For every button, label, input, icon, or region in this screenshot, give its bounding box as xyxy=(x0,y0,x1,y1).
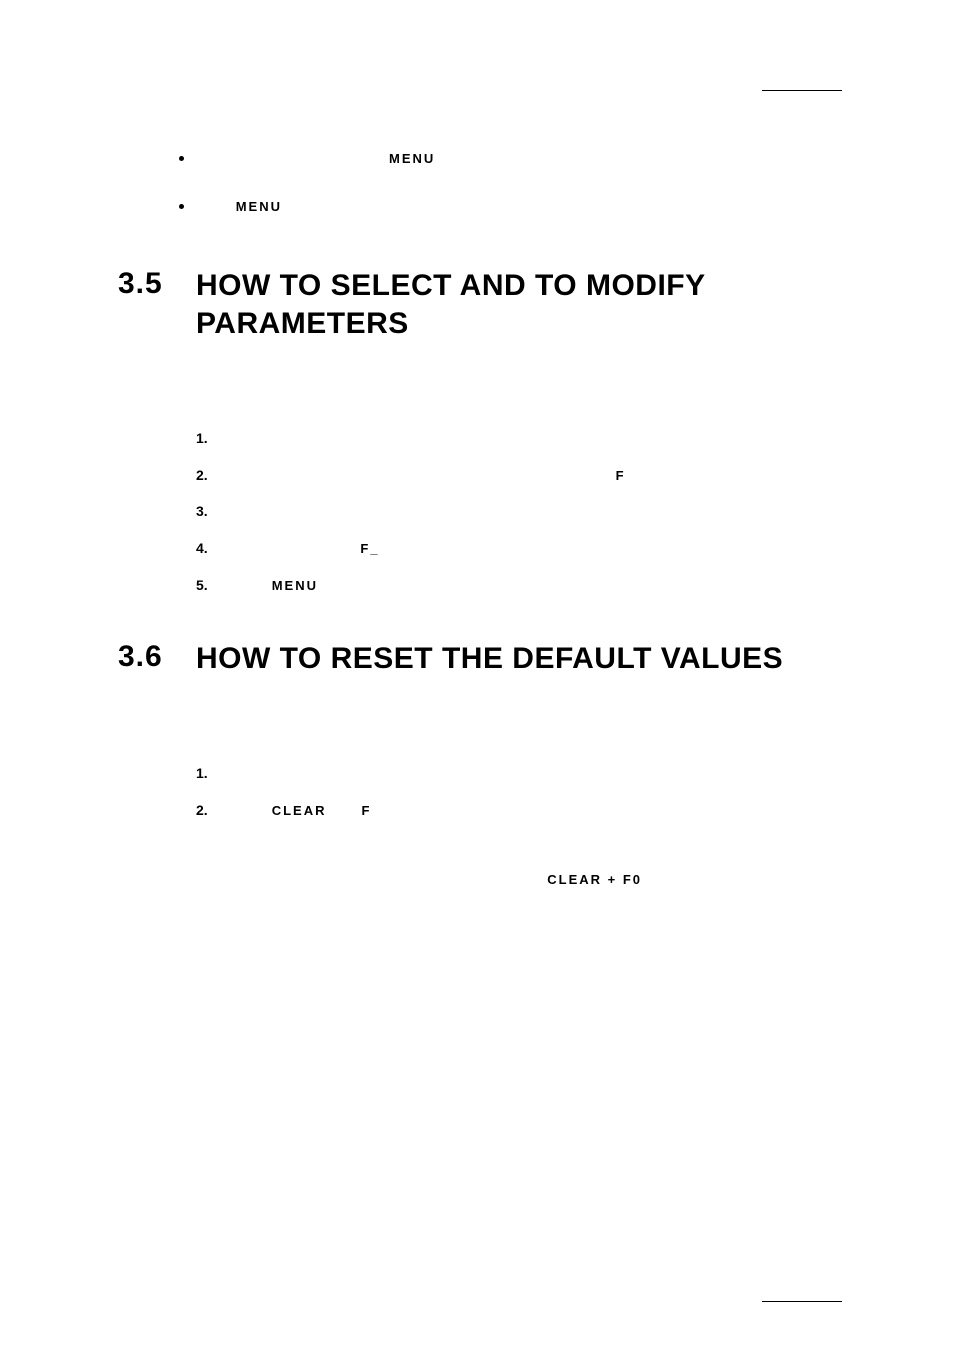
text: then xyxy=(326,802,361,818)
text: Press xyxy=(232,577,272,593)
footer-rule xyxy=(762,1301,842,1302)
text: to reset the parameter. xyxy=(371,802,516,818)
menu-key-label: MENU xyxy=(272,578,318,593)
reset-all-note: To reset ALL the parameters of the selec… xyxy=(196,866,842,893)
text: to store the value. xyxy=(380,540,495,556)
text: Scroll the list of parameters using the … xyxy=(232,467,616,483)
document-page: To go back one level press the MENU key.… xyxy=(0,0,954,1350)
steps-list-3-5: Enter setup and select the desired menu.… xyxy=(196,425,842,598)
section-number: 3.6 xyxy=(118,640,196,678)
step-item: Enter the new value using the numeric ke… xyxy=(196,498,842,525)
section-intro: To select and modify a parameter proceed… xyxy=(196,378,842,405)
f-underscore-key-label: F_ xyxy=(360,541,379,556)
section-title: HOW TO SELECT AND TO MODIFY PARAMETERS xyxy=(196,267,842,342)
step-item: Press CLEAR then F to reset the paramete… xyxy=(196,797,842,824)
text: Enter setup and select the desired menu. xyxy=(232,430,487,446)
section-intro: To reset the default values proceed as f… xyxy=(196,714,842,741)
bullet-item: To go back one level press the MENU key. xyxy=(196,140,842,172)
text: To reset ALL the parameters of the selec… xyxy=(196,871,547,887)
clear-f0-key-label: CLEAR + F0 xyxy=(547,872,642,887)
text: Press xyxy=(232,802,272,818)
text: key. xyxy=(626,467,655,483)
section-number: 3.5 xyxy=(118,267,196,342)
f-key-label: F xyxy=(362,803,372,818)
menu-key-label: MENU xyxy=(389,151,435,166)
step-item: Press MENU to return to the previous lev… xyxy=(196,572,842,599)
page-content: To go back one level press the MENU key.… xyxy=(118,140,842,892)
text: To go back one level press the xyxy=(196,150,389,166)
section-3-5-heading: 3.5 HOW TO SELECT AND TO MODIFY PARAMETE… xyxy=(118,267,842,342)
text: Enter the new value using the numeric ke… xyxy=(232,503,523,519)
step-item: Enter setup and select the desired menu. xyxy=(196,760,842,787)
step-item: Confirm by pressing F_ to store the valu… xyxy=(196,535,842,562)
text: . xyxy=(642,871,646,887)
text: Enter setup and select the desired menu. xyxy=(232,765,487,781)
step-item: Enter setup and select the desired menu. xyxy=(196,425,842,452)
section-3-6-heading: 3.6 HOW TO RESET THE DEFAULT VALUES xyxy=(118,640,842,678)
bullet-item: Press MENU repeatedly to exit setup. xyxy=(196,188,842,220)
text: to return to the previous level. xyxy=(318,577,506,593)
text: Confirm by pressing xyxy=(232,540,360,556)
header-rule xyxy=(762,90,842,91)
steps-list-3-6: Enter setup and select the desired menu.… xyxy=(196,760,842,823)
section-title: HOW TO RESET THE DEFAULT VALUES xyxy=(196,640,783,678)
f-key-label: F xyxy=(616,468,626,483)
text: repeatedly to exit setup. xyxy=(282,198,435,214)
top-bullet-list: To go back one level press the MENU key.… xyxy=(196,140,842,219)
clear-key-label: CLEAR xyxy=(272,803,327,818)
menu-key-label: MENU xyxy=(236,199,282,214)
text: Press xyxy=(196,198,236,214)
step-item: Scroll the list of parameters using the … xyxy=(196,462,842,489)
text: key. xyxy=(435,150,464,166)
